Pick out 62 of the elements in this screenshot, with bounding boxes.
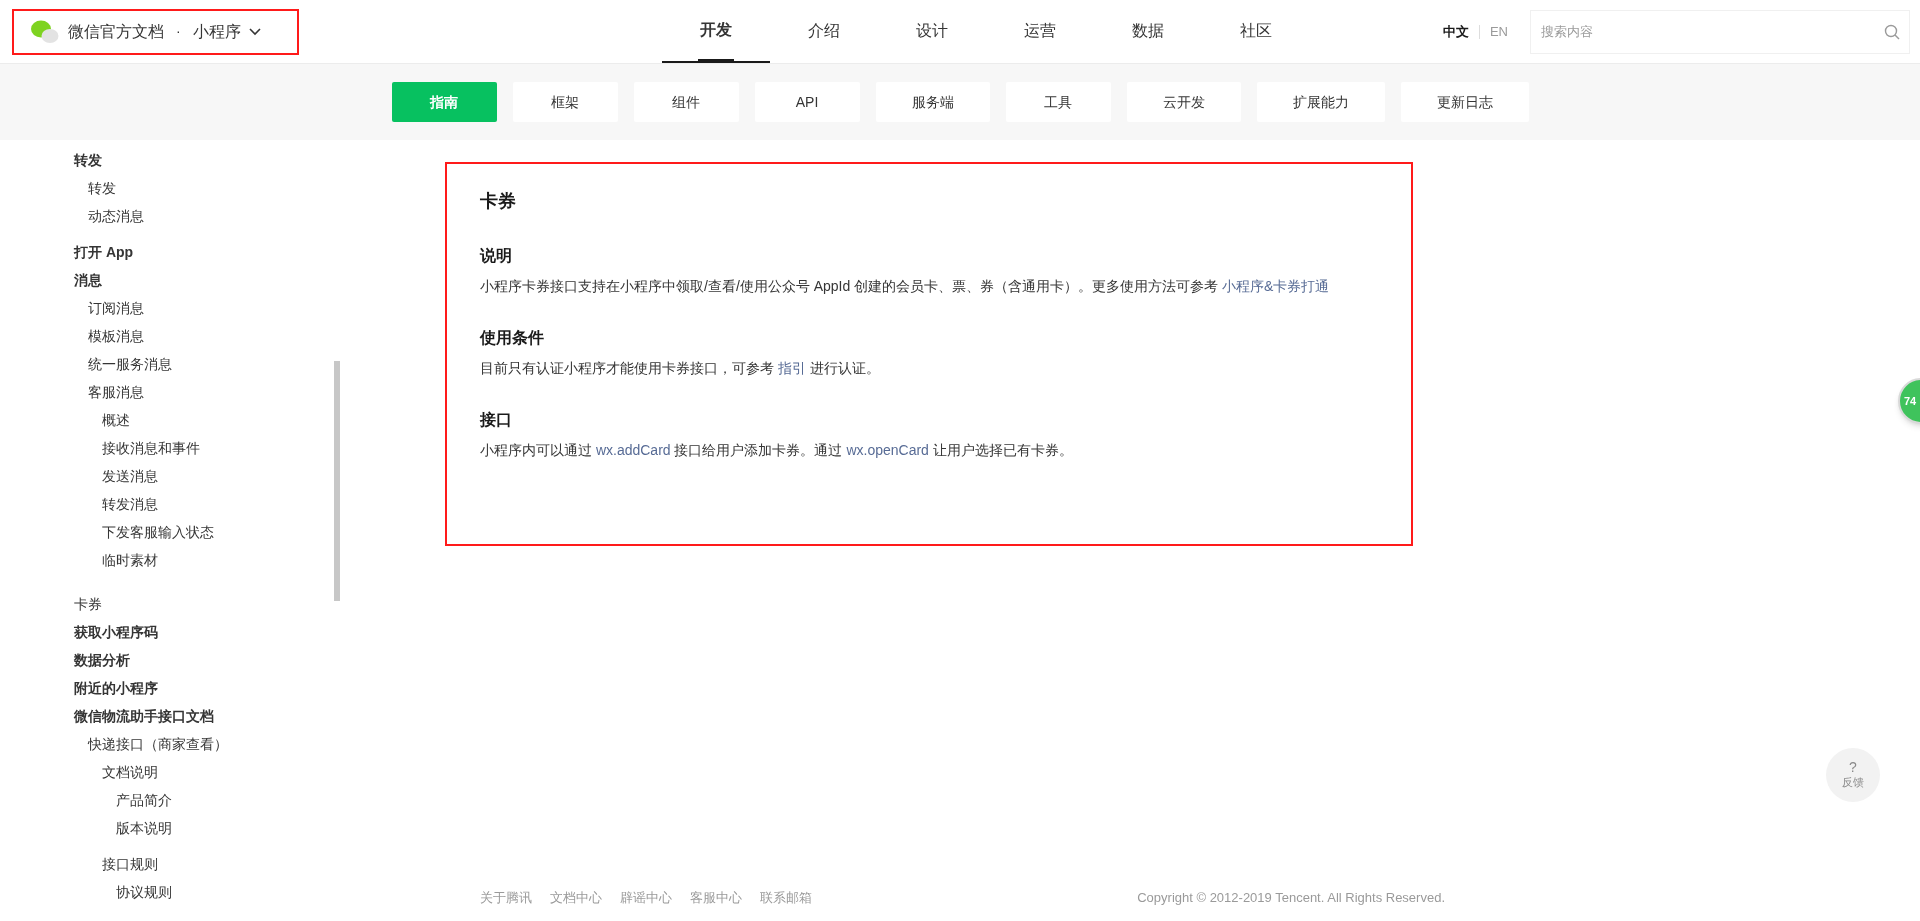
- scrollbar-thumb[interactable]: [334, 361, 340, 601]
- brand-title: 微信官方文档: [68, 21, 164, 42]
- sub-nav-tab[interactable]: 扩展能力: [1256, 82, 1385, 122]
- copyright-text: Copyright © 2012-2019 Tencent. All Rights Reserved.: [1137, 888, 1445, 907]
- sidebar-item[interactable]: 获取小程序码: [0, 618, 334, 646]
- chat-bubbles-icon: [30, 18, 60, 45]
- text-link[interactable]: wx.openCard: [846, 442, 929, 458]
- section-paragraph: 目前只有认证小程序才能使用卡券接口，可参考 指引 进行认证。: [480, 359, 881, 378]
- text-link[interactable]: wx.addCard: [595, 442, 671, 458]
- search-field[interactable]: 搜索内容: [1530, 9, 1910, 54]
- sub-nav-tab[interactable]: 工具: [1005, 82, 1111, 122]
- sub-nav-tab[interactable]: API: [754, 82, 860, 122]
- sidebar-item[interactable]: 接收消息和事件: [0, 434, 334, 462]
- sidebar-item[interactable]: 概述: [0, 406, 334, 434]
- nav-tab[interactable]: 设计: [878, 0, 986, 63]
- sub-nav-tab[interactable]: 服务端: [875, 82, 990, 122]
- nav-tab[interactable]: 社区: [1202, 0, 1310, 63]
- sidebar-item[interactable]: 产品简介: [0, 786, 334, 814]
- float-ball-count: 74: [1904, 393, 1917, 409]
- section-heading: 说明: [480, 246, 513, 266]
- sidebar-item[interactable]: 统一服务消息: [0, 350, 334, 378]
- section-paragraph: 小程序内可以通过 wx.addCard 接口给用户添加卡券。通过 wx.openCard 让用户选择已有卡券。: [480, 441, 1074, 460]
- sidebar-item[interactable]: 客服消息: [0, 378, 334, 406]
- product-name: 小程序: [192, 21, 241, 42]
- sidebar-item[interactable]: 发送消息: [0, 462, 334, 490]
- section-heading: 使用条件: [480, 328, 545, 348]
- sidebar-item[interactable]: 接口规则: [0, 850, 334, 878]
- sidebar-item[interactable]: 转发消息: [0, 490, 334, 518]
- sidebar-item[interactable]: 模板消息: [0, 322, 334, 350]
- brand-highlight-frame[interactable]: 微信官方文档 · 小程序: [12, 8, 299, 55]
- language-option[interactable]: 中文: [1442, 21, 1469, 42]
- sidebar-item[interactable]: 卡券: [0, 590, 334, 618]
- sidebar-item[interactable]: 打开 App: [0, 238, 334, 266]
- section-heading: 接口: [480, 410, 513, 430]
- sidebar-item[interactable]: 版本说明: [0, 814, 334, 842]
- text-link[interactable]: 指引: [777, 360, 806, 376]
- article-title: 卡券: [480, 190, 517, 213]
- nav-tab[interactable]: 运营: [986, 0, 1094, 63]
- sidebar-item[interactable]: 订阅消息: [0, 294, 334, 322]
- sidebar-item[interactable]: 转发: [0, 146, 334, 174]
- sidebar-item[interactable]: 临时素材: [0, 546, 334, 574]
- sidebar-item[interactable]: 附近的小程序: [0, 674, 334, 702]
- text-link[interactable]: 小程序&卡券打通: [1222, 278, 1330, 294]
- chevron-down-icon[interactable]: [248, 27, 261, 36]
- sidebar-item[interactable]: 数据分析: [0, 646, 334, 674]
- sidebar-item[interactable]: 微信物流助手接口文档: [0, 702, 334, 730]
- sidebar-item[interactable]: 下发客服输入状态: [0, 518, 334, 546]
- sidebar-item[interactable]: 快递接口（商家查看）: [0, 730, 334, 758]
- sidebar-item[interactable]: 转发: [0, 174, 334, 202]
- sidebar-item[interactable]: 动态消息: [0, 202, 334, 230]
- sub-nav-tab[interactable]: 云开发: [1126, 82, 1241, 122]
- sub-nav-tab[interactable]: 组件: [633, 82, 739, 122]
- search-icon[interactable]: [1884, 23, 1900, 40]
- separator-dot: ·: [176, 22, 181, 41]
- section-paragraph: 小程序卡券接口支持在小程序中领取/查看/使用公众号 AppId 创建的会员卡、票、券（含通用卡）。更多使用方法可参考 小程序&卡券打通: [480, 277, 1331, 296]
- sidebar-item[interactable]: 协议规则: [0, 878, 334, 906]
- sub-nav-tab[interactable]: 更新日志: [1400, 82, 1529, 122]
- sub-nav-tab[interactable]: 框架: [512, 82, 618, 122]
- nav-tab[interactable]: 介绍: [770, 0, 878, 63]
- sidebar-item[interactable]: 消息: [0, 266, 334, 294]
- sidebar-item[interactable]: 文档说明: [0, 758, 334, 786]
- nav-tab[interactable]: 数据: [1094, 0, 1202, 63]
